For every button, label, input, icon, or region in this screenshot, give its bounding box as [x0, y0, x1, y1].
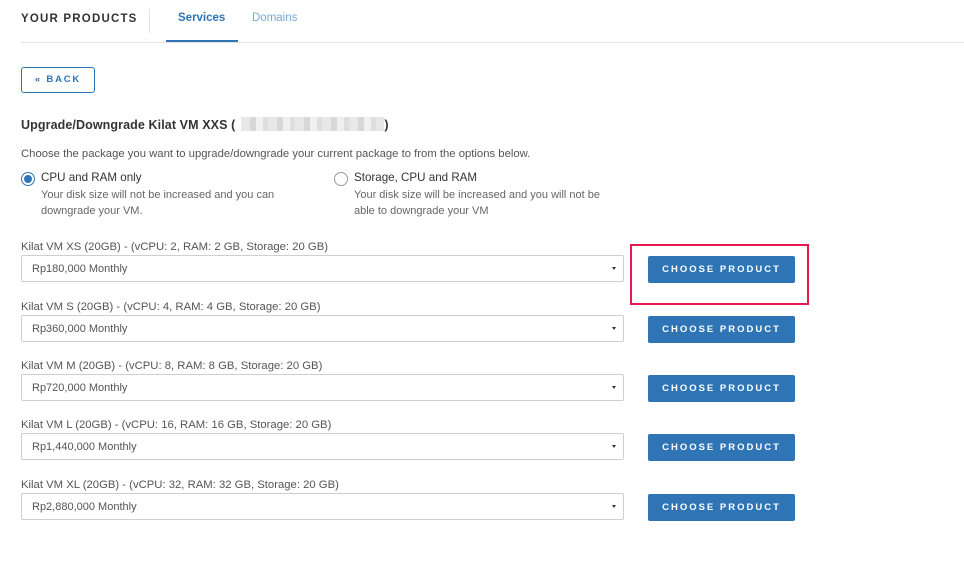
select-value: Rp360,000 Monthly [32, 323, 128, 335]
choose-product-button[interactable]: CHOOSE PRODUCT [648, 494, 795, 521]
option-description: Your disk size will be increased and you… [354, 189, 601, 217]
option-label[interactable]: CPU and RAM only [41, 171, 142, 184]
choose-product-button[interactable]: CHOOSE PRODUCT [648, 434, 795, 461]
product-row-s: Kilat VM S (20GB) - (vCPU: 4, RAM: 4 GB,… [21, 301, 801, 361]
caret-down-icon [612, 505, 616, 508]
caret-down-icon [612, 386, 616, 389]
top-navigation: YOUR PRODUCTS Services Domains [21, 0, 964, 43]
tab-services[interactable]: Services [178, 12, 225, 24]
billing-cycle-select[interactable]: Rp180,000 Monthly [21, 255, 624, 282]
page-title-text: Upgrade/Downgrade Kilat VM XXS ( [21, 118, 236, 132]
billing-cycle-select[interactable]: Rp720,000 Monthly [21, 374, 624, 401]
billing-cycle-select[interactable]: Rp360,000 Monthly [21, 315, 624, 342]
caret-down-icon [612, 445, 616, 448]
caret-down-icon [612, 267, 616, 270]
instructions-text: Choose the package you want to upgrade/d… [21, 148, 531, 160]
product-label: Kilat VM XS (20GB) - (vCPU: 2, RAM: 2 GB… [21, 241, 328, 253]
product-row-m: Kilat VM M (20GB) - (vCPU: 8, RAM: 8 GB,… [21, 360, 801, 420]
option-description: Your disk size will not be increased and… [41, 189, 275, 217]
section-title: YOUR PRODUCTS [21, 13, 138, 25]
product-row-xl: Kilat VM XL (20GB) - (vCPU: 32, RAM: 32 … [21, 479, 801, 539]
highlight-box [630, 244, 809, 305]
select-value: Rp2,880,000 Monthly [32, 501, 137, 513]
tab-domains[interactable]: Domains [252, 12, 297, 24]
billing-cycle-select[interactable]: Rp2,880,000 Monthly [21, 493, 624, 520]
product-label: Kilat VM XL (20GB) - (vCPU: 32, RAM: 32 … [21, 479, 339, 491]
product-label: Kilat VM M (20GB) - (vCPU: 8, RAM: 8 GB,… [21, 360, 323, 372]
product-row-l: Kilat VM L (20GB) - (vCPU: 16, RAM: 16 G… [21, 419, 801, 479]
product-label: Kilat VM S (20GB) - (vCPU: 4, RAM: 4 GB,… [21, 301, 321, 313]
billing-cycle-select[interactable]: Rp1,440,000 Monthly [21, 433, 624, 460]
product-label: Kilat VM L (20GB) - (vCPU: 16, RAM: 16 G… [21, 419, 332, 431]
choose-product-button[interactable]: CHOOSE PRODUCT [648, 316, 795, 343]
redacted-hostname [241, 117, 385, 131]
option-label[interactable]: Storage, CPU and RAM [354, 171, 477, 184]
page-title-suffix: ) [384, 118, 389, 132]
choose-product-button[interactable]: CHOOSE PRODUCT [648, 375, 795, 402]
back-button[interactable]: « BACK [21, 67, 95, 93]
caret-down-icon [612, 327, 616, 330]
active-tab-indicator [166, 40, 238, 42]
radio-button-selected[interactable] [21, 172, 35, 186]
nav-divider [149, 9, 150, 33]
page-title: Upgrade/Downgrade Kilat VM XXS () [21, 117, 389, 132]
select-value: Rp720,000 Monthly [32, 382, 128, 394]
radio-button[interactable] [334, 172, 348, 186]
select-value: Rp1,440,000 Monthly [32, 441, 137, 453]
select-value: Rp180,000 Monthly [32, 263, 128, 275]
